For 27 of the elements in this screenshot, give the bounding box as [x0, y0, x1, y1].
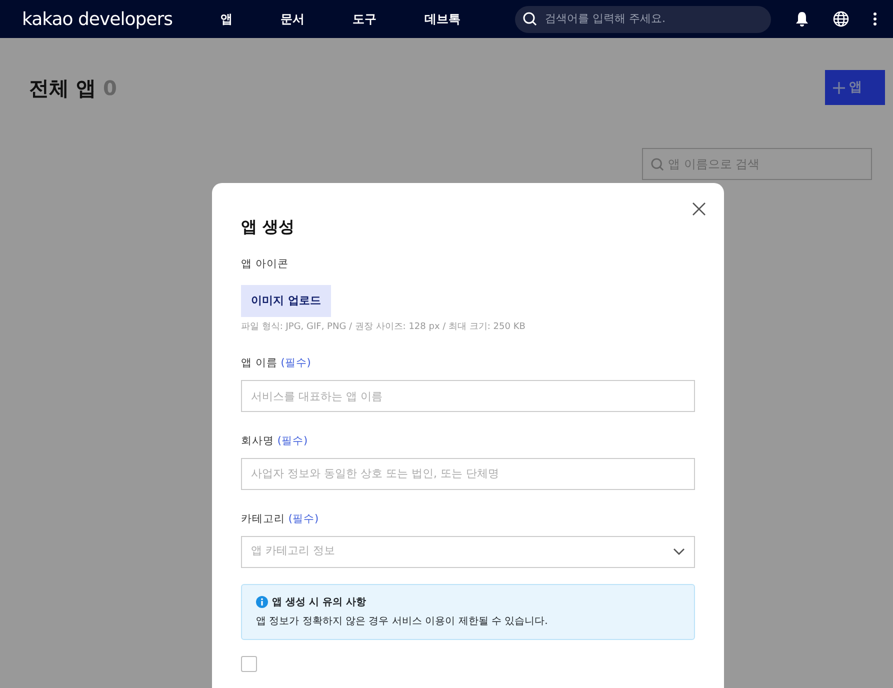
more-icon[interactable]: [873, 12, 877, 26]
search-field[interactable]: 검색어를 입력해 주세요.: [515, 6, 771, 32]
field-label: 카테고리 (필수): [241, 512, 320, 527]
chevron-down-icon: [673, 548, 685, 556]
modal-title: 앱 생성: [241, 216, 295, 238]
close-icon[interactable]: [692, 202, 706, 216]
input-field[interactable]: 서비스를 대표하는 앱 이름: [241, 380, 695, 412]
nav-link[interactable]: 도구: [352, 10, 377, 28]
upload-hint: 파일 형식: JPG, GIF, PNG / 권장 사이즈: 128 px / 최대 크기: 250 KB: [241, 320, 526, 334]
nav-link[interactable]: 문서: [280, 10, 305, 28]
plus-icon: [833, 82, 845, 94]
search-icon: [523, 12, 537, 26]
nav-link[interactable]: 데브톡: [424, 10, 461, 28]
upload-button[interactable]: 이미지 업로드: [241, 284, 331, 317]
notice-text: 앱 정보가 정확하지 않은 경우 서비스 이용이 제한될 수 있습니다.: [256, 614, 549, 628]
notice-title: 앱 생성 시 유의 사항: [272, 596, 366, 610]
search-icon: [651, 158, 664, 170]
info-icon: [256, 596, 268, 608]
logo[interactable]: kakao developers: [22, 6, 173, 32]
field-label: 앱 이름 (필수): [241, 356, 312, 372]
bell-icon[interactable]: [795, 11, 809, 27]
nav-link[interactable]: 앱: [220, 10, 233, 28]
globe-icon[interactable]: [833, 11, 849, 27]
checkbox[interactable]: [241, 656, 257, 672]
field-label: 앱 아이콘: [241, 257, 290, 272]
field-label: 회사명 (필수): [241, 434, 309, 449]
input-field[interactable]: 사업자 정보와 동일한 상호 또는 법인, 또는 단체명: [241, 458, 695, 490]
